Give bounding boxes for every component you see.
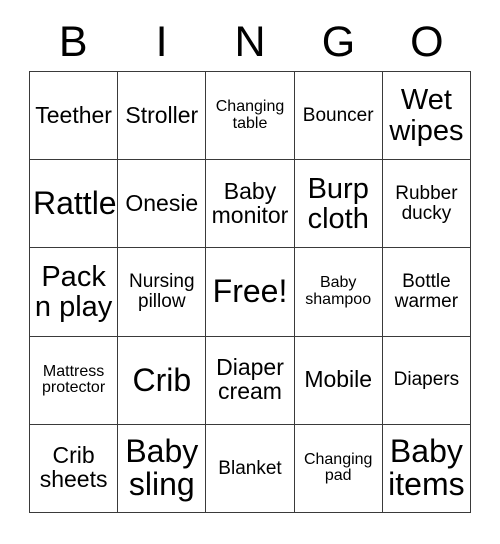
header-letter-n: N [234, 18, 266, 66]
bingo-cell-label: Wet wipes [389, 84, 464, 147]
bingo-cell[interactable]: Onesie [118, 160, 207, 249]
bingo-cell-label: Changing pad [303, 450, 373, 485]
bingo-cell-label: Bouncer [302, 104, 374, 126]
bingo-cell-label: Crib [132, 361, 192, 398]
bingo-cell[interactable]: Rattle [30, 160, 119, 249]
bingo-cell[interactable]: Baby sling [118, 424, 207, 513]
bingo-cell[interactable]: Rubber ducky [382, 160, 471, 249]
bingo-grid: Teether Stroller Changing table Bouncer Wet … [29, 71, 471, 513]
bingo-cell-label: Bottle warmer [394, 271, 459, 312]
bingo-cell[interactable]: Crib [118, 336, 207, 425]
bingo-cell-label: Crib sheets [39, 442, 108, 493]
header-letter-g: G [321, 18, 356, 66]
bingo-cell-label: Changing table [215, 97, 285, 132]
bingo-cell-label: Pack n play [34, 260, 113, 323]
bingo-cell[interactable]: Baby items [382, 424, 471, 513]
bingo-cell[interactable]: Mobile [294, 336, 383, 425]
bingo-header: B I N G O [29, 14, 471, 71]
bingo-cell-label: Nursing pillow [129, 271, 195, 312]
bingo-card: B I N G O Teether Stroller Changing table B… [0, 0, 500, 544]
bingo-cell[interactable]: Wet wipes [382, 72, 471, 161]
bingo-cell[interactable]: Stroller [118, 72, 207, 161]
bingo-cell-label: Blanket [218, 457, 282, 479]
bingo-cell-label: Mobile [304, 366, 373, 393]
bingo-cell[interactable]: Mattress protector [30, 336, 119, 425]
bingo-cell[interactable]: Teether [30, 72, 119, 161]
bingo-cell[interactable]: Nursing pillow [118, 248, 207, 337]
bingo-cell-label: Burp cloth [307, 172, 369, 235]
bingo-cell-label: Mattress protector [42, 362, 106, 397]
bingo-cell-label: Diaper cream [216, 354, 284, 405]
bingo-cell-label: Baby shampoo [305, 274, 372, 308]
header-letter-b: B [58, 18, 88, 66]
bingo-cell[interactable]: Baby shampoo [294, 248, 383, 337]
bingo-cell-label: Baby sling [125, 433, 199, 503]
bingo-cell[interactable]: Changing pad [294, 424, 383, 513]
bingo-cell[interactable]: Crib sheets [30, 424, 119, 513]
bingo-cell[interactable]: Diaper cream [206, 336, 295, 425]
bingo-cell-label: Free! [212, 273, 288, 310]
bingo-cell-label: Stroller [125, 101, 199, 128]
header-letter-o: O [410, 18, 444, 66]
bingo-cell[interactable]: Pack n play [30, 248, 119, 337]
bingo-cell[interactable]: Diapers [382, 336, 471, 425]
bingo-cell-label: Rubber ducky [395, 183, 458, 224]
bingo-cell[interactable]: Blanket [206, 424, 295, 513]
bingo-cell-label: Baby items [388, 433, 465, 503]
bingo-cell[interactable]: Changing table [206, 72, 295, 161]
bingo-free-space[interactable]: Free! [206, 248, 295, 337]
bingo-cell[interactable]: Bouncer [294, 72, 383, 161]
header-letter-i: I [155, 18, 168, 66]
bingo-cell[interactable]: Baby monitor [206, 160, 295, 249]
bingo-cell-label: Onesie [125, 189, 199, 216]
bingo-cell[interactable]: Bottle warmer [382, 248, 471, 337]
bingo-cell-label: Rattle [33, 185, 117, 222]
bingo-cell-label: Teether [35, 101, 112, 128]
bingo-cell-label: Baby monitor [211, 177, 289, 228]
bingo-cell[interactable]: Burp cloth [294, 160, 383, 249]
bingo-cell-label: Diapers [393, 369, 460, 391]
